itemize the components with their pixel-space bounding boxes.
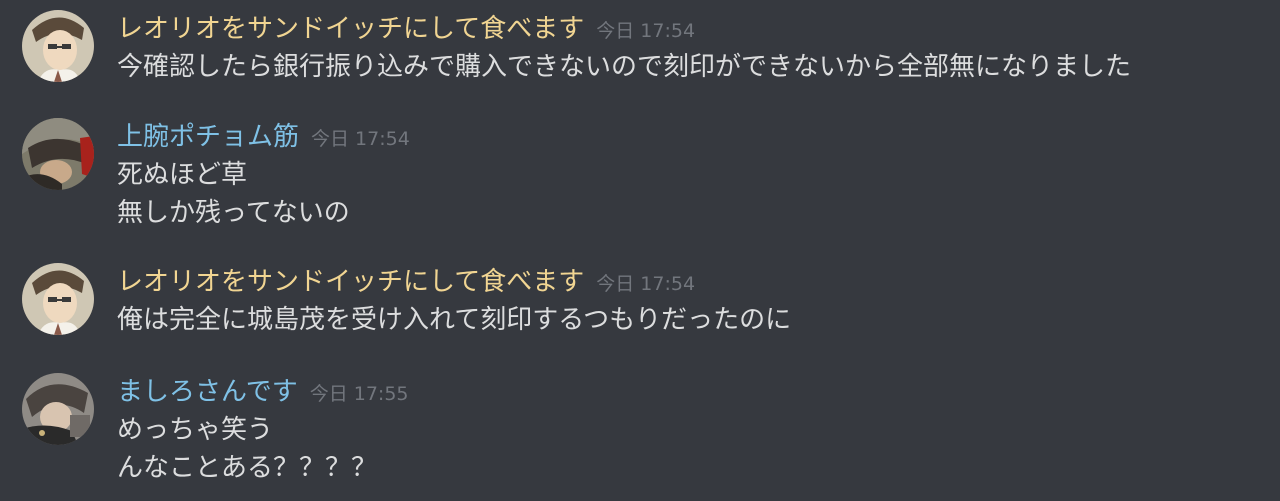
user-avatar[interactable] <box>22 263 94 335</box>
message-text: んなことある？？？？ <box>117 453 378 483</box>
message-text: 今確認したら銀行振り込みで購入できないので刻印ができないから全部無になりました <box>117 52 1132 82</box>
message-header: 上腕ポチョム筋 今日 17:54 <box>117 120 410 157</box>
user-avatar[interactable] <box>22 10 94 82</box>
anime-character-avatar-icon <box>22 118 94 190</box>
message-header: レオリオをサンドイッチにして食べます 今日 17:54 <box>117 12 695 49</box>
user-avatar[interactable] <box>22 118 94 190</box>
username[interactable]: 上腕ポチョム筋 <box>117 122 299 152</box>
user-avatar[interactable] <box>22 373 94 445</box>
timestamp: 今日 17:54 <box>596 20 696 42</box>
timestamp: 今日 17:54 <box>311 128 410 150</box>
username[interactable]: ましろさんです <box>117 377 298 407</box>
timestamp: 今日 17:54 <box>596 273 696 295</box>
username[interactable]: レオリオをサンドイッチにして食べます <box>117 14 584 44</box>
message-text: めっちゃ笑う <box>117 415 274 445</box>
message-text: 俺は完全に城島茂を受け入れて刻印するつもりだったのに <box>117 305 792 335</box>
message-text: 無しか残ってないの <box>117 198 350 228</box>
chat-message-list: レオリオをサンドイッチにして食べます 今日 17:54 今確認したら銀行振り込みで… <box>0 0 1280 501</box>
anime-character-avatar-icon <box>22 10 94 82</box>
username[interactable]: レオリオをサンドイッチにして食べます <box>117 267 584 297</box>
anime-character-avatar-icon <box>22 263 94 335</box>
message-header: ましろさんです 今日 17:55 <box>117 375 409 412</box>
message-text: 死ぬほど草 <box>117 160 248 190</box>
anime-character-avatar-icon <box>22 373 94 445</box>
message-header: レオリオをサンドイッチにして食べます 今日 17:54 <box>117 265 695 302</box>
timestamp: 今日 17:55 <box>309 383 409 405</box>
